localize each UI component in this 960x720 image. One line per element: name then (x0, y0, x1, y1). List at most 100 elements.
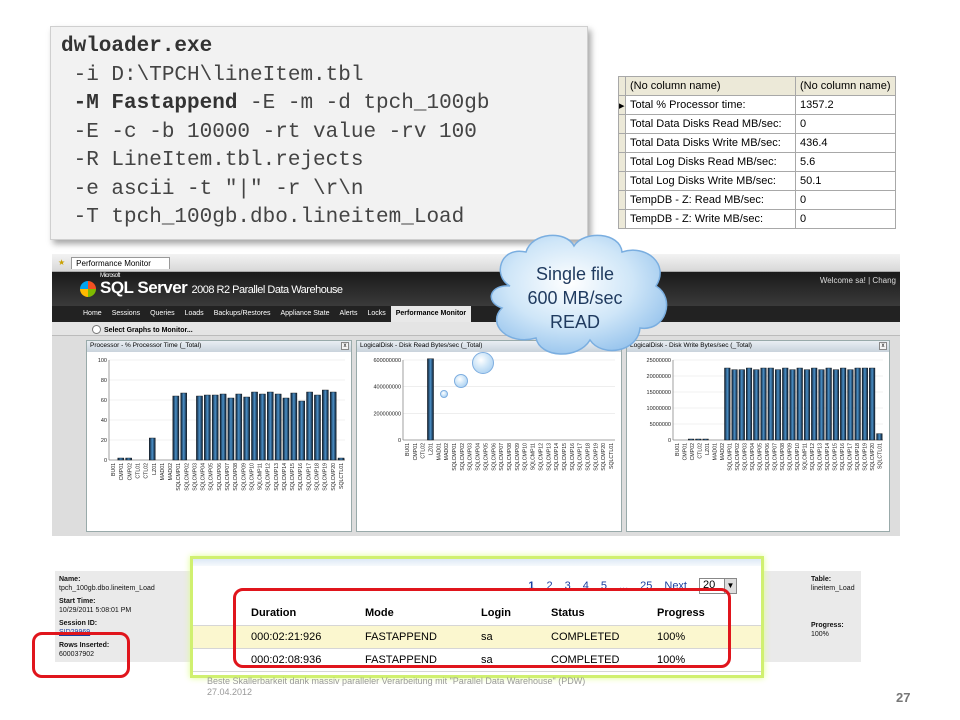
counter-value[interactable]: 0 (795, 209, 896, 229)
counter-value[interactable]: 1357.2 (795, 95, 896, 115)
x-tick-label: SQLCMP17 (306, 463, 312, 491)
x-tick-label: SQLCMP20 (870, 443, 876, 471)
counter-name[interactable]: Total Log Disks Read MB/sec: (625, 152, 796, 172)
counter-name[interactable]: Total Data Disks Write MB/sec: (625, 133, 796, 153)
x-tick-label: SQLCMP12 (266, 463, 272, 491)
nav-queries[interactable]: Queries (145, 306, 180, 322)
counter-name[interactable]: Total Log Disks Write MB/sec: (625, 171, 796, 191)
x-tick-label: CMP01 (119, 463, 125, 480)
nav-loads[interactable]: Loads (180, 306, 209, 322)
browser-tab[interactable]: Performance Monitor (71, 256, 170, 269)
bar (274, 393, 282, 461)
row-indicator[interactable] (618, 171, 626, 191)
x-tick-label: MAD02 (168, 463, 174, 480)
x-tick-label: SQLCMP19 (862, 443, 868, 471)
counter-row[interactable]: Total Log Disks Write MB/sec: 50.1 (618, 171, 896, 191)
cloud-line: 600 MB/sec (527, 288, 623, 308)
counter-value[interactable]: 0 (795, 190, 896, 210)
x-tick-label: CMP01 (413, 443, 419, 460)
counter-row[interactable]: Total Log Disks Read MB/sec: 5.6 (618, 152, 896, 172)
x-tick-label: SQLCMP15 (290, 463, 296, 491)
close-icon[interactable]: x (341, 342, 349, 350)
favorite-star-icon[interactable]: ★ (58, 258, 65, 267)
counter-name[interactable]: TempDB - Z: Read MB/sec: (625, 190, 796, 210)
column-header[interactable]: (No column name) (795, 76, 896, 96)
counter-row[interactable]: ▸ Total % Processor time: 1357.2 (618, 95, 896, 115)
counter-name[interactable]: Total Data Disks Read MB/sec: (625, 114, 796, 134)
counter-value[interactable]: 50.1 (795, 171, 896, 191)
x-tick-label: SQLCMP20 (601, 443, 607, 471)
bar (861, 367, 868, 441)
welcome-text[interactable]: Welcome sa! | Chang (820, 276, 896, 285)
x-tick-label: MAD02 (444, 443, 450, 460)
bar (818, 369, 825, 441)
counter-value[interactable]: 0 (795, 114, 896, 134)
counter-name[interactable]: TempDB - Z: Write MB/sec: (625, 209, 796, 229)
bar (840, 367, 847, 441)
x-tick-label: BU01 (675, 443, 681, 456)
counter-row[interactable]: TempDB - Z: Write MB/sec: 0 (618, 209, 896, 229)
row-indicator[interactable] (618, 209, 626, 229)
command-line: -E -c -b 10000 -rt value -rv 100 (61, 120, 477, 144)
nav-sessions[interactable]: Sessions (107, 306, 145, 322)
bar (869, 367, 876, 441)
y-tick-label: 60 (101, 398, 107, 404)
nav-backups-restores[interactable]: Backups/Restores (209, 306, 276, 322)
x-tick-label: SQLCMP17 (578, 443, 584, 471)
bar (695, 438, 702, 441)
x-tick-label: SQLCMP07 (772, 443, 778, 471)
select-graphs-link[interactable]: Select Graphs to Monitor... (104, 327, 193, 334)
x-tick-label: SQLCMP10 (523, 443, 529, 471)
x-tick-label: CMP01 (682, 443, 688, 460)
bar (427, 358, 434, 441)
row-indicator[interactable] (618, 114, 626, 134)
close-icon[interactable]: x (879, 342, 887, 350)
counter-value[interactable]: 5.6 (795, 152, 896, 172)
counters-header-row: (No column name) (No column name) (618, 76, 896, 96)
x-tick-label: SQLCMP06 (491, 443, 497, 471)
x-tick-label: SQLCMP16 (570, 443, 576, 471)
x-tick-label: LZ01 (428, 443, 434, 455)
y-tick-label: 20000000 (647, 374, 671, 380)
nav-appliance-state[interactable]: Appliance State (276, 306, 335, 322)
counter-value[interactable]: 436.4 (795, 133, 896, 153)
x-tick-label: SQLCMP20 (331, 463, 337, 491)
command-line: -i D:\TPCH\lineItem.tbl (61, 63, 364, 87)
row-indicator[interactable] (618, 152, 626, 172)
bar (290, 392, 298, 461)
logo-vendor: Microsoft (100, 273, 120, 279)
progress-label: Progress: (811, 622, 844, 629)
x-tick-label: SQLCMP17 (847, 443, 853, 471)
row-indicator[interactable]: ▸ (618, 95, 626, 115)
nav-performance-monitor[interactable]: Performance Monitor (390, 306, 472, 322)
y-tick-label: 100 (98, 358, 107, 364)
bar (298, 400, 306, 461)
counter-name[interactable]: Total % Processor time: (625, 95, 796, 115)
x-tick-label: SQLCMP14 (554, 443, 560, 471)
bar (796, 367, 803, 441)
disk-write-chart: 2500000020000000150000001000000050000000… (647, 358, 884, 471)
x-tick-label: SQLCMP02 (735, 443, 741, 471)
counter-row[interactable]: Total Data Disks Read MB/sec: 0 (618, 114, 896, 134)
x-tick-label: MAD01 (436, 443, 442, 460)
x-tick-label: SQLCMP12 (810, 443, 816, 471)
row-indicator[interactable] (618, 133, 626, 153)
x-tick-label: SQLCMP16 (298, 463, 304, 491)
x-tick-label: SQLCMP03 (468, 443, 474, 471)
counter-row[interactable]: Total Data Disks Write MB/sec: 436.4 (618, 133, 896, 153)
graph-select-icon[interactable] (92, 325, 101, 334)
bar (314, 394, 321, 461)
column-header[interactable]: (No column name) (625, 76, 796, 96)
nav-alerts[interactable]: Alerts (335, 306, 363, 322)
x-tick-label: SQLCMP05 (757, 443, 763, 471)
command-line: dwloader.exe (61, 35, 213, 58)
x-tick-label: SQLCMP13 (546, 443, 552, 471)
cpu-chart: 100 80 60 40 20 0 BU01 CMP01 CMP02 CTL01 CTL02 LZ01… (98, 358, 345, 491)
bar (702, 438, 709, 441)
counter-row[interactable]: TempDB - Z: Read MB/sec: 0 (618, 190, 896, 210)
nav-home[interactable]: Home (78, 306, 107, 322)
nav-locks[interactable]: Locks (362, 306, 390, 322)
row-indicator[interactable] (618, 190, 626, 210)
thought-bubble (454, 374, 468, 388)
bar (306, 391, 313, 461)
